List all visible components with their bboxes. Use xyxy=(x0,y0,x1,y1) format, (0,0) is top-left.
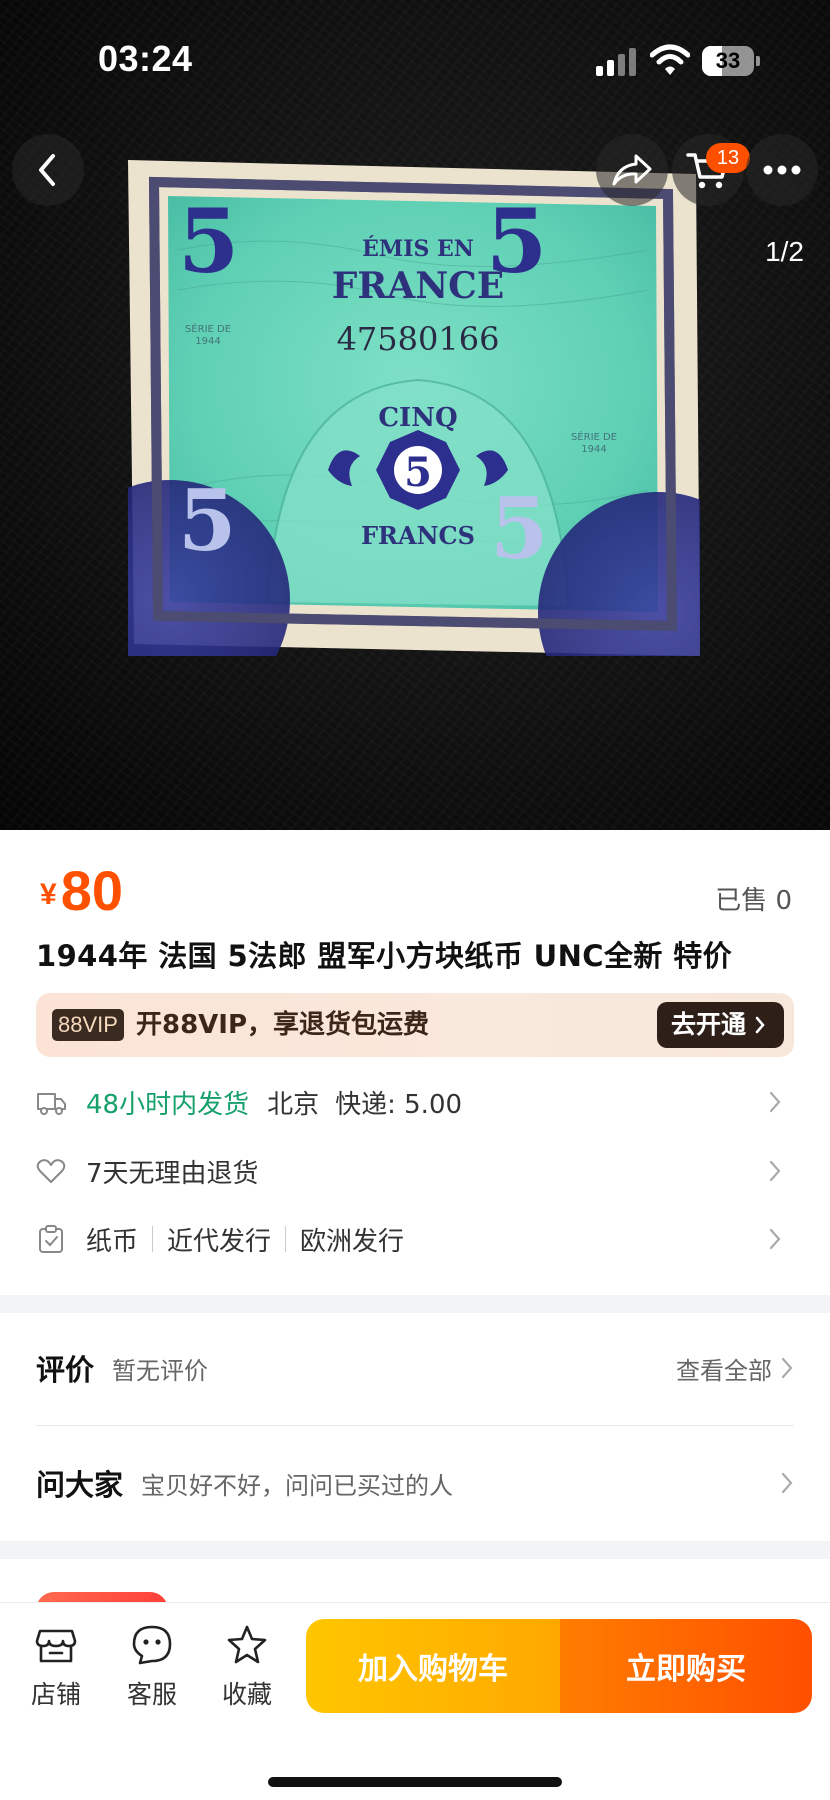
vip-banner[interactable]: 88VIP 开88VIP，享退货包运费 去开通 xyxy=(36,993,794,1057)
price-value: 80 xyxy=(60,859,123,922)
price-currency-symbol: ¥ xyxy=(40,878,57,911)
view-all-label: 查看全部 xyxy=(676,1356,772,1385)
shipping-fee: 快递: 5.00 xyxy=(335,1089,463,1120)
returns-row[interactable]: 7天无理由退货 xyxy=(36,1146,794,1196)
vip-activate-button[interactable]: 去开通 xyxy=(656,1002,784,1048)
chevron-right-icon xyxy=(755,1016,765,1034)
banknote-serial: 47580166 xyxy=(337,320,500,358)
chevron-right-icon xyxy=(769,1091,781,1113)
shop-label: 店铺 xyxy=(30,1680,81,1709)
chevron-right-icon xyxy=(781,1357,793,1379)
view-all-reviews-link[interactable]: 查看全部 xyxy=(676,1351,794,1386)
status-time: 03:24 xyxy=(98,38,193,79)
banknote-photo: 5 5 5 5 ÉMIS EN FRANCE 47580166 CINQ FRA… xyxy=(128,160,700,656)
sold-count: 已售 0 xyxy=(715,886,792,916)
more-icon xyxy=(763,165,801,175)
product-info-section: ¥80 已售 0 1944年 法国 5法郎 盟军小方块纸币 UNC全新 特价 8… xyxy=(0,830,830,1295)
series-label: SÉRIE DE xyxy=(185,322,231,335)
reviews-title: 评价 xyxy=(36,1353,95,1387)
section-gap xyxy=(0,1295,830,1313)
vip-activate-label: 去开通 xyxy=(670,1010,746,1039)
add-to-cart-button[interactable]: 加入购物车 xyxy=(306,1619,560,1713)
reviews-row[interactable]: 评价 暂无评价 查看全部 xyxy=(36,1338,794,1398)
ask-subtitle: 宝贝好不好，问问已买过的人 xyxy=(141,1471,454,1500)
clipboard-check-icon xyxy=(39,1225,63,1253)
star-icon xyxy=(227,1625,267,1664)
chevron-right-icon xyxy=(769,1228,781,1250)
svg-text:5: 5 xyxy=(404,449,432,496)
favorite-label: 收藏 xyxy=(221,1680,272,1709)
shipping-city: 北京 xyxy=(267,1089,320,1120)
vip-text: 开88VIP，享退货包运费 xyxy=(136,1010,430,1040)
banknote-header-line1: ÉMIS EN xyxy=(362,235,474,262)
divider xyxy=(152,1226,154,1252)
buy-now-button[interactable]: 立即购买 xyxy=(560,1619,812,1713)
corner-numeral: 5 xyxy=(178,471,236,570)
ask-title: 问大家 xyxy=(36,1468,124,1502)
product-title: 1944年 法国 5法郎 盟军小方块纸币 UNC全新 特价 xyxy=(36,939,733,973)
category-tag: 纸币 xyxy=(86,1226,139,1257)
ask-chevron xyxy=(780,1471,794,1495)
corner-numeral: 5 xyxy=(178,189,239,293)
product-detail-page: 5 5 5 5 ÉMIS EN FRANCE 47580166 CINQ FRA… xyxy=(0,0,830,1800)
cart-count-badge: 13 xyxy=(706,143,750,173)
chevron-right-icon xyxy=(781,1472,793,1494)
section-gap xyxy=(0,1541,830,1559)
shop-button[interactable]: 店铺 xyxy=(16,1623,96,1711)
ask-everyone-row[interactable]: 问大家 宝贝好不好，问问已买过的人 xyxy=(36,1453,794,1513)
banknote-currency: FRANCS xyxy=(361,521,475,550)
more-button[interactable] xyxy=(746,134,818,206)
category-tag: 欧洲发行 xyxy=(300,1226,405,1257)
heart-icon xyxy=(36,1159,66,1183)
cellular-signal-icon xyxy=(596,48,638,76)
divider xyxy=(285,1226,287,1252)
status-bar: 03:24 33 xyxy=(0,0,830,120)
wifi-icon xyxy=(650,44,690,75)
corner-numeral: 5 xyxy=(490,479,548,578)
product-price: ¥80 xyxy=(40,858,123,923)
reviews-section: 评价 暂无评价 查看全部 问大家 宝贝好不好，问问已买过的人 xyxy=(0,1313,830,1541)
customer-service-button[interactable]: 客服 xyxy=(112,1623,192,1711)
divider xyxy=(36,1425,794,1426)
shipping-row[interactable]: 48小时内发货 北京 快递: 5.00 xyxy=(36,1077,794,1127)
share-icon xyxy=(612,154,652,186)
shop-icon xyxy=(35,1629,77,1663)
product-image-gallery[interactable]: 5 5 5 5 ÉMIS EN FRANCE 47580166 CINQ FRA… xyxy=(0,0,830,830)
vip-tag: 88VIP xyxy=(52,1009,124,1041)
image-page-indicator: 1/2 xyxy=(765,236,804,267)
battery-icon: 33 xyxy=(702,46,760,76)
service-label: 客服 xyxy=(126,1680,177,1709)
share-button[interactable] xyxy=(596,134,668,206)
returns-text: 7天无理由退货 xyxy=(86,1158,259,1189)
shipping-time: 48小时内发货 xyxy=(86,1089,250,1120)
back-icon xyxy=(39,154,55,186)
series-year: 1944 xyxy=(195,336,220,347)
category-tag: 近代发行 xyxy=(167,1226,272,1257)
delivery-truck-icon xyxy=(37,1093,66,1115)
categories-row[interactable]: 纸币 近代发行 欧洲发行 xyxy=(36,1214,794,1264)
series-label: SÉRIE DE xyxy=(571,430,617,443)
back-button[interactable] xyxy=(12,134,84,206)
banknote-word-value: CINQ xyxy=(378,403,457,433)
battery-level: 33 xyxy=(715,48,741,73)
bottom-action-bar: 店铺 客服 收藏 加入购物车 立即购买 xyxy=(0,1602,830,1800)
reviews-subtitle: 暂无评价 xyxy=(112,1356,209,1385)
series-year: 1944 xyxy=(581,444,606,455)
home-indicator[interactable] xyxy=(268,1777,562,1787)
favorite-button[interactable]: 收藏 xyxy=(207,1623,287,1711)
banknote-header-line2: FRANCE xyxy=(332,265,504,307)
customer-service-icon xyxy=(132,1625,172,1665)
chevron-right-icon xyxy=(769,1160,781,1182)
